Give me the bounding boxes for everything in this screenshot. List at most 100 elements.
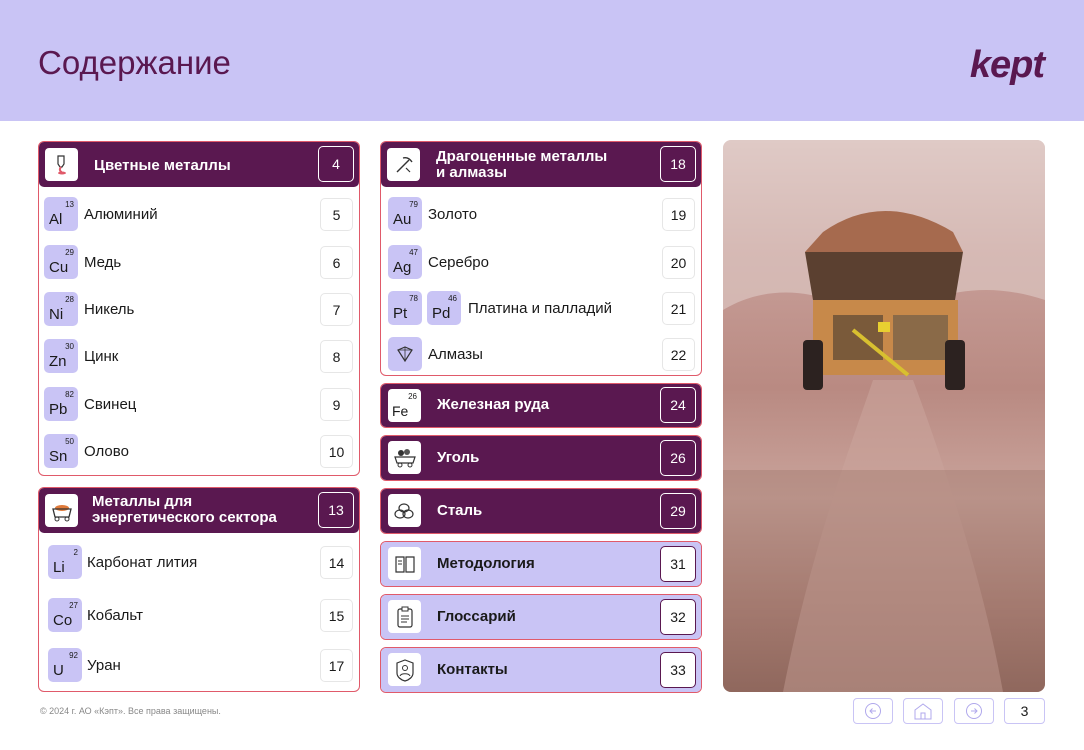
section-page-number[interactable]: 13 — [318, 492, 354, 528]
item-label: Карбонат лития — [87, 554, 198, 571]
item-page-number[interactable]: 14 — [320, 546, 353, 579]
section-precious: Драгоценные металлы и алмазы 18 79 Au Зол… — [380, 141, 702, 376]
section-page-number[interactable]: 29 — [660, 493, 696, 529]
next-button[interactable] — [954, 698, 994, 724]
section-page-number[interactable]: 32 — [660, 599, 696, 635]
item-page-number[interactable]: 6 — [320, 246, 353, 279]
item-label: Уран — [87, 657, 121, 674]
item-page-number[interactable]: 15 — [320, 599, 353, 632]
kept-logo: kept — [969, 44, 1045, 86]
section-title: Контакты — [437, 661, 508, 678]
element-tile: 50 Sn — [44, 434, 78, 468]
list-item[interactable]: 13 Al Алюминий 5 — [39, 197, 359, 233]
element-tile: 79 Au — [388, 197, 422, 231]
pickaxe-icon — [387, 148, 420, 181]
steel-pipes-icon — [388, 494, 421, 527]
home-button[interactable] — [903, 698, 943, 724]
section-energy: Металлы для энергетического сектора 13 2… — [38, 487, 360, 692]
section-glossary[interactable]: Глоссарий 32 — [380, 594, 702, 640]
item-page-number[interactable]: 8 — [320, 340, 353, 373]
list-item[interactable]: 92 U Уран 17 — [39, 648, 359, 684]
section-contacts[interactable]: Контакты 33 — [380, 647, 702, 693]
current-page-number: 3 — [1004, 698, 1045, 724]
element-tile: 26 Fe — [388, 389, 421, 422]
home-icon — [914, 703, 932, 720]
item-page-number[interactable]: 5 — [320, 198, 353, 231]
section-page-number[interactable]: 18 — [660, 146, 696, 182]
item-label: Свинец — [84, 396, 137, 413]
section-page-number[interactable]: 24 — [660, 387, 696, 423]
section-header-contacts: Контакты 33 — [381, 648, 701, 692]
item-label: Кобальт — [87, 607, 143, 624]
element-tile: 82 Pb — [44, 387, 78, 421]
item-page-number[interactable]: 21 — [662, 292, 695, 325]
copyright: © 2024 г. АО «Кэпт». Все права защищены. — [40, 706, 221, 716]
element-tile: 46 Pd — [427, 291, 461, 325]
item-page-number[interactable]: 22 — [662, 338, 695, 371]
item-page-number[interactable]: 7 — [320, 293, 353, 326]
diamond-icon — [388, 337, 422, 371]
element-tile: 27 Co — [48, 598, 82, 632]
list-item[interactable]: 2 Li Карбонат лития 14 — [39, 545, 359, 581]
item-page-number[interactable]: 9 — [320, 388, 353, 421]
section-page-number[interactable]: 26 — [660, 440, 696, 476]
list-item[interactable]: Алмазы 22 — [381, 337, 701, 373]
person-icon — [388, 653, 421, 686]
section-iron[interactable]: 26 Fe Железная руда 24 — [380, 383, 702, 428]
element-tile: 13 Al — [44, 197, 78, 231]
section-header-steel: Сталь 29 — [381, 489, 701, 533]
header: Содержание kept — [0, 0, 1084, 121]
section-page-number[interactable]: 4 — [318, 146, 354, 182]
list-item[interactable]: 28 Ni Никель 7 — [39, 292, 359, 328]
element-tile: 47 Ag — [388, 245, 422, 279]
item-page-number[interactable]: 10 — [320, 435, 353, 468]
item-page-number[interactable]: 20 — [662, 246, 695, 279]
mine-cart-icon — [45, 494, 78, 527]
metal-pour-icon — [45, 148, 78, 181]
item-page-number[interactable]: 17 — [320, 649, 353, 682]
item-label: Серебро — [428, 254, 489, 271]
section-methodology[interactable]: Методология 31 — [380, 541, 702, 587]
section-header-energy[interactable]: Металлы для энергетического сектора 13 — [39, 488, 359, 533]
section-header-nonferrous[interactable]: Цветные металлы 4 — [39, 142, 359, 187]
prev-button[interactable] — [853, 698, 893, 724]
element-tile: 30 Zn — [44, 339, 78, 373]
mining-truck-photo — [723, 140, 1045, 692]
item-label: Алмазы — [428, 346, 483, 363]
item-label: Цинк — [84, 348, 119, 365]
section-page-number[interactable]: 33 — [660, 652, 696, 688]
item-label: Золото — [428, 206, 478, 223]
list-item[interactable]: 79 Au Золото 19 — [381, 197, 701, 233]
list-item[interactable]: 50 Sn Олово 10 — [39, 434, 359, 470]
section-page-number[interactable]: 31 — [660, 546, 696, 582]
list-item[interactable]: 82 Pb Свинец 9 — [39, 387, 359, 423]
arrow-right-icon — [966, 703, 982, 719]
section-header-methodology: Методология 31 — [381, 542, 701, 586]
section-title: Цветные металлы — [94, 157, 231, 174]
section-nonferrous: Цветные металлы 4 13 Al Алюминий 5 29 Cu М… — [38, 141, 360, 476]
list-item[interactable]: 30 Zn Цинк 8 — [39, 339, 359, 375]
clipboard-icon — [388, 600, 421, 633]
element-tile: 28 Ni — [44, 292, 78, 326]
list-item[interactable]: 27 Co Кобальт 15 — [39, 598, 359, 634]
element-tile: 29 Cu — [44, 245, 78, 279]
section-header-iron: 26 Fe Железная руда 24 — [381, 384, 701, 427]
section-coal[interactable]: Уголь 26 — [380, 435, 702, 481]
section-title: Сталь — [437, 502, 483, 519]
item-page-number[interactable]: 19 — [662, 198, 695, 231]
section-header-precious[interactable]: Драгоценные металлы и алмазы 18 — [381, 142, 701, 187]
item-label: Медь — [84, 254, 122, 271]
list-item[interactable]: 29 Cu Медь 6 — [39, 245, 359, 281]
arrow-left-icon — [865, 703, 881, 719]
list-item[interactable]: 47 Ag Серебро 20 — [381, 245, 701, 281]
list-item[interactable]: 78 Pt 46 Pd Платина и палладий 21 — [381, 291, 701, 327]
item-label: Олово — [84, 443, 129, 460]
section-title: Металлы для энергетического сектора — [92, 493, 277, 526]
book-icon — [388, 547, 421, 580]
section-header-coal: Уголь 26 — [381, 436, 701, 480]
element-tile: 2 Li — [48, 545, 82, 579]
section-steel[interactable]: Сталь 29 — [380, 488, 702, 534]
element-tile: 78 Pt — [388, 291, 422, 325]
section-title: Уголь — [437, 449, 480, 466]
item-label: Алюминий — [84, 206, 158, 223]
